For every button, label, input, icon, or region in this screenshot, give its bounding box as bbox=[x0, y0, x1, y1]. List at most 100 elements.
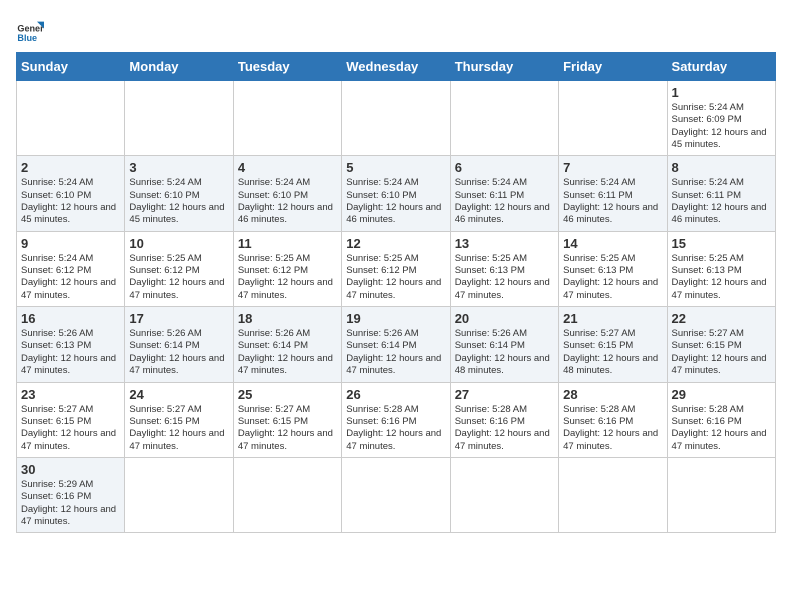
day-number-14: 14 bbox=[563, 236, 662, 251]
day-number-22: 22 bbox=[672, 311, 771, 326]
day-cell-4: 4 Sunrise: 5:24 AMSunset: 6:10 PMDaylight… bbox=[233, 156, 341, 231]
day-number-16: 16 bbox=[21, 311, 120, 326]
day-number-25: 25 bbox=[238, 387, 337, 402]
day-number-30: 30 bbox=[21, 462, 120, 477]
day-number-7: 7 bbox=[563, 160, 662, 175]
day-number-8: 8 bbox=[672, 160, 771, 175]
day-cell-20: 20 Sunrise: 5:26 AMSunset: 6:14 PMDayligh… bbox=[450, 307, 558, 382]
day-info-23: Sunrise: 5:27 AMSunset: 6:15 PMDaylight:… bbox=[21, 404, 120, 453]
day-cell-24: 24Sunrise: 5:27 AMSunset: 6:15 PMDayligh… bbox=[125, 382, 233, 457]
day-cell-21: 21Sunrise: 5:27 AMSunset: 6:15 PMDayligh… bbox=[559, 307, 667, 382]
day-info-11: Sunrise: 5:25 AMSunset: 6:12 PMDaylight:… bbox=[238, 253, 337, 302]
empty-cell bbox=[342, 457, 450, 532]
day-info-9: Sunrise: 5:24 AMSunset: 6:12 PMDaylight:… bbox=[21, 253, 120, 302]
header-friday: Friday bbox=[559, 53, 667, 81]
day-info-13: Sunrise: 5:25 AMSunset: 6:13 PMDaylight:… bbox=[455, 253, 554, 302]
week-row-4: 16 Sunrise: 5:26 AMSunset: 6:13 PMDayligh… bbox=[17, 307, 776, 382]
day-cell-6: 6Sunrise: 5:24 AMSunset: 6:11 PMDaylight… bbox=[450, 156, 558, 231]
day-number-17: 17 bbox=[129, 311, 228, 326]
header-tuesday: Tuesday bbox=[233, 53, 341, 81]
day-cell-26: 26 Sunrise: 5:28 AMSunset: 6:16 PMDayligh… bbox=[342, 382, 450, 457]
day-number-26: 26 bbox=[346, 387, 445, 402]
day-info-25: Sunrise: 5:27 AMSunset: 6:15 PMDaylight:… bbox=[238, 404, 337, 453]
day-info-2: Sunrise: 5:24 AMSunset: 6:10 PMDaylight:… bbox=[21, 177, 120, 226]
day-number-28: 28 bbox=[563, 387, 662, 402]
day-cell-28: 28 Sunrise: 5:28 AMSunset: 6:16 PMDayligh… bbox=[559, 382, 667, 457]
day-number-10: 10 bbox=[129, 236, 228, 251]
day-number-13: 13 bbox=[455, 236, 554, 251]
day-number-11: 11 bbox=[238, 236, 337, 251]
empty-cell bbox=[450, 81, 558, 156]
day-number-23: 23 bbox=[21, 387, 120, 402]
day-cell-29: 29Sunrise: 5:28 AMSunset: 6:16 PMDayligh… bbox=[667, 382, 775, 457]
day-cell-14: 14Sunrise: 5:25 AMSunset: 6:13 PMDayligh… bbox=[559, 231, 667, 306]
day-cell-30: 30 Sunrise: 5:29 AMSunset: 6:16 PMDayligh… bbox=[17, 457, 125, 532]
day-info-26: Sunrise: 5:28 AMSunset: 6:16 PMDaylight:… bbox=[346, 404, 445, 453]
week-row-6: 30 Sunrise: 5:29 AMSunset: 6:16 PMDayligh… bbox=[17, 457, 776, 532]
header-monday: Monday bbox=[125, 53, 233, 81]
day-info-30: Sunrise: 5:29 AMSunset: 6:16 PMDaylight:… bbox=[21, 479, 120, 528]
week-row-3: 9 Sunrise: 5:24 AMSunset: 6:12 PMDaylight… bbox=[17, 231, 776, 306]
day-number-3: 3 bbox=[129, 160, 228, 175]
day-cell-16: 16 Sunrise: 5:26 AMSunset: 6:13 PMDayligh… bbox=[17, 307, 125, 382]
day-cell-3: 3 Sunrise: 5:24 AMSunset: 6:10 PMDaylight… bbox=[125, 156, 233, 231]
day-cell-8: 8 Sunrise: 5:24 AMSunset: 6:11 PMDaylight… bbox=[667, 156, 775, 231]
day-cell-2: 2Sunrise: 5:24 AMSunset: 6:10 PMDaylight… bbox=[17, 156, 125, 231]
day-number-4: 4 bbox=[238, 160, 337, 175]
day-number-27: 27 bbox=[455, 387, 554, 402]
day-info-27: Sunrise: 5:28 AMSunset: 6:16 PMDaylight:… bbox=[455, 404, 554, 453]
day-cell-17: 17 Sunrise: 5:26 AMSunset: 6:14 PMDayligh… bbox=[125, 307, 233, 382]
day-cell-10: 10 Sunrise: 5:25 AMSunset: 6:12 PMDayligh… bbox=[125, 231, 233, 306]
day-info-10: Sunrise: 5:25 AMSunset: 6:12 PMDaylight:… bbox=[129, 253, 228, 302]
day-cell-7: 7Sunrise: 5:24 AMSunset: 6:11 PMDaylight… bbox=[559, 156, 667, 231]
logo-icon: General Blue bbox=[16, 16, 44, 44]
day-info-15: Sunrise: 5:25 AMSunset: 6:13 PMDaylight:… bbox=[672, 253, 771, 302]
calendar-table: Sunday Monday Tuesday Wednesday Thursday… bbox=[16, 52, 776, 533]
day-cell-12: 12Sunrise: 5:25 AMSunset: 6:12 PMDayligh… bbox=[342, 231, 450, 306]
day-info-8: Sunrise: 5:24 AMSunset: 6:11 PMDaylight:… bbox=[672, 177, 771, 226]
empty-cell bbox=[667, 457, 775, 532]
header-thursday: Thursday bbox=[450, 53, 558, 81]
header-wednesday: Wednesday bbox=[342, 53, 450, 81]
day-cell-19: 19Sunrise: 5:26 AMSunset: 6:14 PMDayligh… bbox=[342, 307, 450, 382]
empty-cell bbox=[559, 81, 667, 156]
empty-cell bbox=[233, 457, 341, 532]
day-info-18: Sunrise: 5:26 AMSunset: 6:14 PMDaylight:… bbox=[238, 328, 337, 377]
day-cell-18: 18 Sunrise: 5:26 AMSunset: 6:14 PMDayligh… bbox=[233, 307, 341, 382]
empty-cell bbox=[17, 81, 125, 156]
day-info-5: Sunrise: 5:24 AMSunset: 6:10 PMDaylight:… bbox=[346, 177, 445, 226]
header: General Blue bbox=[16, 16, 776, 44]
day-cell-15: 15 Sunrise: 5:25 AMSunset: 6:13 PMDayligh… bbox=[667, 231, 775, 306]
day-info-1: Sunrise: 5:24 AMSunset: 6:09 PMDaylight:… bbox=[672, 102, 771, 151]
day-number-18: 18 bbox=[238, 311, 337, 326]
day-info-28: Sunrise: 5:28 AMSunset: 6:16 PMDaylight:… bbox=[563, 404, 662, 453]
empty-cell bbox=[125, 81, 233, 156]
day-cell-22: 22Sunrise: 5:27 AMSunset: 6:15 PMDayligh… bbox=[667, 307, 775, 382]
day-number-15: 15 bbox=[672, 236, 771, 251]
day-cell-25: 25 Sunrise: 5:27 AMSunset: 6:15 PMDayligh… bbox=[233, 382, 341, 457]
empty-cell bbox=[342, 81, 450, 156]
empty-cell bbox=[125, 457, 233, 532]
day-cell-1: 1Sunrise: 5:24 AMSunset: 6:09 PMDaylight… bbox=[667, 81, 775, 156]
day-number-9: 9 bbox=[21, 236, 120, 251]
day-info-3: Sunrise: 5:24 AMSunset: 6:10 PMDaylight:… bbox=[129, 177, 228, 226]
day-cell-9: 9 Sunrise: 5:24 AMSunset: 6:12 PMDaylight… bbox=[17, 231, 125, 306]
day-info-4: Sunrise: 5:24 AMSunset: 6:10 PMDaylight:… bbox=[238, 177, 337, 226]
day-cell-23: 23 Sunrise: 5:27 AMSunset: 6:15 PMDayligh… bbox=[17, 382, 125, 457]
day-number-24: 24 bbox=[129, 387, 228, 402]
day-info-20: Sunrise: 5:26 AMSunset: 6:14 PMDaylight:… bbox=[455, 328, 554, 377]
day-info-21: Sunrise: 5:27 AMSunset: 6:15 PMDaylight:… bbox=[563, 328, 662, 377]
header-sunday: Sunday bbox=[17, 53, 125, 81]
day-info-12: Sunrise: 5:25 AMSunset: 6:12 PMDaylight:… bbox=[346, 253, 445, 302]
day-number-20: 20 bbox=[455, 311, 554, 326]
weekday-header-row: Sunday Monday Tuesday Wednesday Thursday… bbox=[17, 53, 776, 81]
logo: General Blue bbox=[16, 16, 44, 44]
svg-text:General: General bbox=[17, 23, 44, 33]
day-number-29: 29 bbox=[672, 387, 771, 402]
day-cell-27: 27 Sunrise: 5:28 AMSunset: 6:16 PMDayligh… bbox=[450, 382, 558, 457]
day-info-17: Sunrise: 5:26 AMSunset: 6:14 PMDaylight:… bbox=[129, 328, 228, 377]
week-row-2: 2Sunrise: 5:24 AMSunset: 6:10 PMDaylight… bbox=[17, 156, 776, 231]
day-info-16: Sunrise: 5:26 AMSunset: 6:13 PMDaylight:… bbox=[21, 328, 120, 377]
svg-text:Blue: Blue bbox=[17, 33, 37, 43]
day-info-6: Sunrise: 5:24 AMSunset: 6:11 PMDaylight:… bbox=[455, 177, 554, 226]
